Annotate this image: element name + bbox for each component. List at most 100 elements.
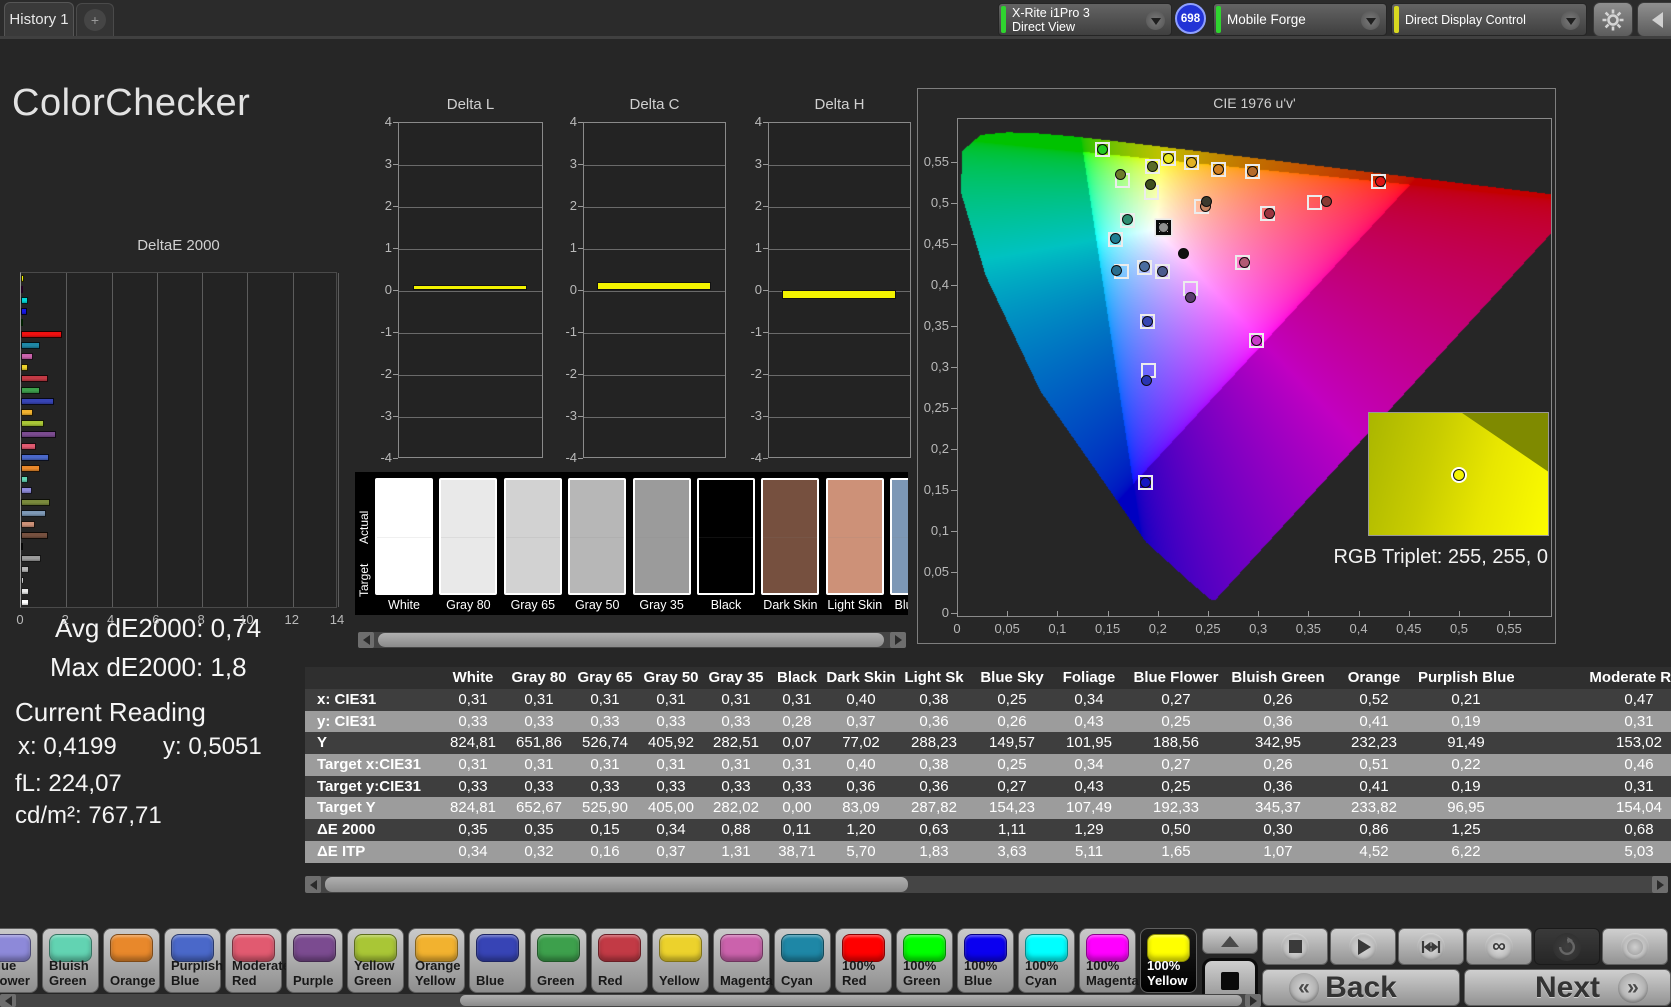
pattern-button-yellow-green[interactable]: Yellow Green [347,928,404,993]
single-measure-icon [1417,932,1445,961]
table-cell: 91,49 [1447,734,1485,752]
tab-history-1[interactable]: History 1 [4,2,74,36]
table-cell: 0,33 [656,712,686,730]
table-header-cell: Light Sk [904,669,964,686]
pattern-button-orange[interactable]: Orange [103,928,160,993]
scroll-right-arrow[interactable] [1245,994,1261,1007]
cie-x-tick-label: 0,15 [1094,621,1121,636]
patch-swatch-gray-50[interactable] [568,478,627,595]
table-header-cell: Purplish Blue [1418,669,1514,686]
loop-button[interactable] [1534,928,1600,965]
source-dropdown[interactable]: Mobile Forge [1213,3,1387,36]
add-tab-button[interactable]: + [76,3,114,36]
table-cell: 0,47 [1624,691,1654,708]
gridline [292,273,294,607]
scroll-left-arrow[interactable] [305,876,321,893]
table-cell: 149,57 [989,734,1035,752]
display-control-dropdown[interactable]: Direct Display Control [1391,3,1587,36]
tick-mark [763,206,768,207]
cie-measured-marker [1238,256,1250,268]
patch-swatch-white[interactable] [375,478,433,595]
tick-mark [951,572,957,573]
patch-swatch-gray-80[interactable] [439,478,498,595]
record-button[interactable] [1602,928,1668,965]
cie-x-tick-label: 0,4 [1349,621,1368,636]
table-cell: 0,16 [590,842,620,860]
back-button[interactable]: « Back [1262,969,1460,1006]
scrollbar-thumb[interactable] [325,877,908,892]
patch-swatch-gray-65[interactable] [503,478,562,595]
pattern-button-100-magenta[interactable]: 100% Magenta [1079,928,1139,993]
swatch-strip-scrollbar[interactable] [358,632,906,648]
pattern-button-purple[interactable]: Purple [286,928,343,993]
collapse-panel-button[interactable] [1637,2,1671,37]
cie-y-tick-label: 0,45 [923,236,949,251]
pattern-button-purplish-blue[interactable]: Purplish Blue [164,928,223,993]
pattern-button-bluish-green[interactable]: Bluish Green [42,928,99,993]
pattern-button-orange-yellow[interactable]: Orange Yellow [408,928,465,993]
patch-swatch-light-skin[interactable] [825,478,884,595]
pattern-button-yellow[interactable]: Yellow [652,928,709,993]
next-button[interactable]: Next » [1464,969,1671,1006]
cie-measured-marker [1157,265,1169,277]
table-cell: 0,31 [590,756,620,774]
meter-device-dropdown[interactable]: X-Rite i1Pro 3 Direct View [998,3,1172,36]
pattern-button-blue[interactable]: Blue [469,928,526,993]
y-tick-label: -2 [750,366,762,381]
table-cell: 0,34 [1074,756,1104,774]
pattern-button-100-yellow[interactable]: 100% Yellow [1140,928,1197,993]
patch-label: Gray 80 [446,598,491,612]
chevron-up-icon [1221,935,1239,947]
table-cell: 0,33 [524,777,554,795]
max-de2000-value: Max dE2000: 1,8 [50,652,247,682]
cie-x-tick-label: 0,1 [1048,621,1067,636]
patch-swatch-black[interactable] [697,478,755,595]
table-cell: 5,70 [846,842,876,860]
scroll-left-arrow[interactable] [358,632,374,648]
pattern-scroll-up-button[interactable] [1202,928,1258,954]
pattern-button-moderate-red[interactable]: Moderate Red [225,928,290,993]
scroll-left-arrow[interactable] [0,994,16,1007]
arrow-right-icon [894,635,902,645]
pattern-button-red[interactable]: Red [591,928,648,993]
gridline [769,165,910,166]
single-measure-button[interactable] [1398,928,1464,965]
pattern-button-100-red[interactable]: 100% Red [835,928,892,993]
next-label: Next [1534,970,1601,1004]
table-scrollbar[interactable] [305,876,1668,893]
deltae-bar-bluish-green [21,476,28,484]
scroll-right-arrow[interactable] [890,632,906,648]
tick-mark [1408,611,1410,617]
patch-swatch-dark-skin[interactable] [761,478,820,595]
table-cell: 0,31 [1624,712,1654,730]
scrollbar-thumb[interactable] [460,995,1242,1006]
pattern-list-scrollbar[interactable] [0,994,1261,1007]
table-row: ΔE ITP 0,34 0,32 0,16 0,37 1,31 38,71 5,70 1,83 3… [305,840,1671,863]
table-cell: 0,31 [782,691,812,708]
stop-button[interactable] [1262,928,1328,965]
pattern-button-100-green[interactable]: 100% Green [896,928,953,993]
table-cell: 282,51 [713,734,759,752]
table-cell: 4,52 [1359,842,1389,860]
play-button[interactable] [1330,928,1396,965]
scroll-right-arrow[interactable] [1652,876,1668,893]
continuous-button[interactable]: ∞ [1466,928,1532,965]
pattern-color-chip [476,934,519,962]
gridline [399,375,542,376]
settings-button[interactable] [1593,2,1633,37]
table-cell: 0,36 [919,777,949,795]
pattern-button-100-cyan[interactable]: 100% Cyan [1018,928,1075,993]
tick-mark [1258,611,1260,617]
pattern-button-cyan[interactable]: Cyan [774,928,831,993]
patch-swatch-gray-35[interactable] [632,478,691,595]
table-cell: 0,33 [656,777,686,795]
pattern-button-blue-flower[interactable]: Blue Flower [0,928,38,993]
tick-mark [393,374,398,375]
gridline [584,417,725,418]
y-tick-label: -3 [380,408,392,423]
pattern-button-green[interactable]: Green [530,928,587,993]
scrollbar-thumb[interactable] [378,633,884,647]
tick-mark [957,611,958,617]
pattern-button-magenta[interactable]: Magenta [713,928,773,993]
pattern-button-100-blue[interactable]: 100% Blue [957,928,1014,993]
